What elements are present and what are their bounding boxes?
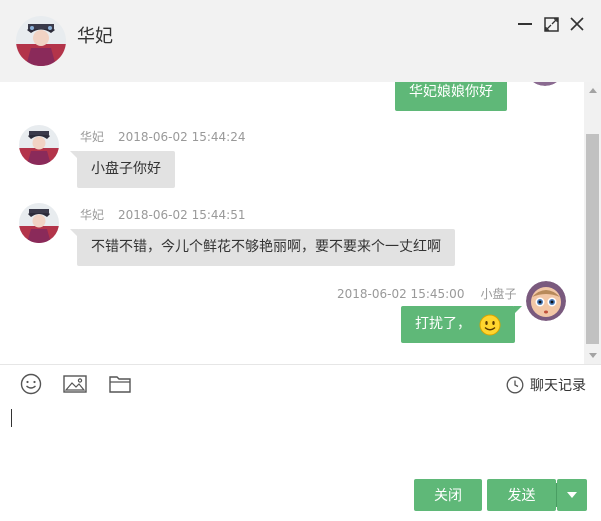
chat-history-button[interactable]: 聊天记录 xyxy=(506,375,586,395)
message-meta: 华妃 2018-06-02 15:44:24 xyxy=(80,128,245,145)
message-bubble-mine: 华妃娘娘你好 xyxy=(395,82,507,111)
chat-history-label: 聊天记录 xyxy=(530,378,586,394)
image-icon xyxy=(63,375,87,393)
scroll-up-arrow[interactable] xyxy=(584,82,601,99)
scrollbar-thumb[interactable] xyxy=(586,134,599,344)
maximize-button[interactable] xyxy=(541,14,561,34)
message-meta: 华妃 2018-06-02 15:44:51 xyxy=(80,206,245,223)
chevron-down-icon xyxy=(567,492,577,498)
contact-name: 华妃 xyxy=(77,26,113,47)
chevron-up-icon xyxy=(588,88,597,93)
sender-name: 华妃 xyxy=(80,130,105,144)
send-options-button[interactable] xyxy=(557,479,587,511)
message-list[interactable]: 华妃娘娘你好 华妃 2018-06-02 15:44:24 小盘子你好 华妃 201… xyxy=(0,82,601,364)
message-time: 2018-06-02 15:44:51 xyxy=(118,208,246,222)
minimize-button[interactable] xyxy=(515,14,535,34)
sender-name: 小盘子 xyxy=(480,287,517,301)
text-caret xyxy=(11,409,12,427)
contact-message-avatar xyxy=(19,125,59,165)
scroll-down-arrow[interactable] xyxy=(584,347,601,364)
emoji-icon xyxy=(20,373,42,395)
contact-avatar[interactable] xyxy=(16,16,66,66)
minimize-icon xyxy=(518,23,532,25)
message-bubble-mine: 打扰了， xyxy=(401,306,522,343)
message-time: 2018-06-02 15:44:24 xyxy=(118,130,246,144)
chevron-down-icon xyxy=(588,353,597,358)
message-bubble-contact: 不错不错，今儿个鲜花不够艳丽啊，要不要来个一丈红啊 xyxy=(70,229,455,266)
my-avatar xyxy=(525,82,565,86)
folder-icon xyxy=(109,376,131,393)
close-button[interactable]: 关闭 xyxy=(414,479,482,511)
send-button[interactable]: 发送 xyxy=(487,479,556,511)
toolbar-divider xyxy=(0,364,601,365)
message-text: 打扰了， xyxy=(415,316,471,332)
my-avatar xyxy=(526,281,566,321)
clock-icon xyxy=(506,376,524,394)
emoji-button[interactable] xyxy=(19,372,43,396)
smiley-emoji-icon xyxy=(479,314,501,336)
chat-header: 华妃 xyxy=(0,0,601,82)
chat-scrollbar[interactable] xyxy=(584,82,601,364)
message-meta: 2018-06-02 15:45:00 小盘子 xyxy=(337,285,516,302)
close-window-button[interactable] xyxy=(567,14,587,34)
contact-message-avatar xyxy=(19,203,59,243)
message-time: 2018-06-02 15:45:00 xyxy=(337,287,465,301)
maximize-icon xyxy=(543,16,559,32)
message-input[interactable] xyxy=(10,405,590,470)
sender-name: 华妃 xyxy=(80,208,105,222)
file-button[interactable] xyxy=(108,372,132,396)
message-bubble-contact: 小盘子你好 xyxy=(70,151,175,188)
image-button[interactable] xyxy=(63,372,87,396)
close-icon xyxy=(570,17,584,31)
